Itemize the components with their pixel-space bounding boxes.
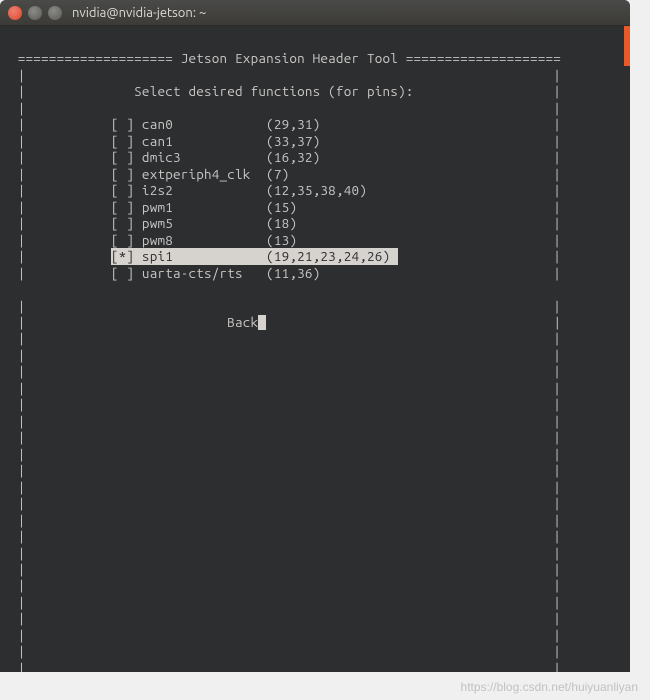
watermark-text: https://blog.csdn.net/huiyuanliyan xyxy=(461,680,638,694)
box-border: | | xyxy=(10,528,561,544)
box-border: | | xyxy=(10,330,561,346)
option-row: | [ ] pwm1 (15) | xyxy=(10,199,620,215)
box-border: | | xyxy=(10,347,561,363)
box-border: | | xyxy=(10,100,561,116)
option-row: | [*] spi1 (19,21,23,24,26) | xyxy=(10,248,620,264)
option-row: | [ ] can0 (29,31) | xyxy=(10,116,620,132)
box-border: | | xyxy=(10,446,561,462)
box-border: | | xyxy=(10,561,561,577)
option-row: | [ ] uarta-cts/rts (11,36) | xyxy=(10,265,620,281)
back-button[interactable]: Back xyxy=(227,314,258,330)
box-border: | | xyxy=(10,594,561,610)
box-border: | | xyxy=(10,660,561,672)
box-border: | | xyxy=(10,545,561,561)
titlebar: nvidia@nvidia-jetson: ~ xyxy=(0,0,630,26)
option-pwm5[interactable]: [ ] pwm5 (18) xyxy=(111,215,398,231)
box-border: | | xyxy=(10,512,561,528)
box-border: | | xyxy=(10,577,561,593)
back-line: | Back | xyxy=(10,314,561,330)
box-border: | | xyxy=(10,462,561,478)
box-border: | | xyxy=(10,396,561,412)
option-can1[interactable]: [ ] can1 (33,37) xyxy=(111,133,398,149)
box-border: | | xyxy=(10,380,561,396)
option-pwm8[interactable]: [ ] pwm8 (13) xyxy=(111,232,398,248)
option-row: | [ ] i2s2 (12,35,38,40) | xyxy=(10,182,620,198)
prompt-line: | Select desired functions (for pins): | xyxy=(10,83,561,99)
box-border: | | xyxy=(10,363,561,379)
box-border: | | xyxy=(10,298,561,314)
option-row: | [ ] pwm5 (18) | xyxy=(10,215,620,231)
option-extperiph4-clk[interactable]: [ ] extperiph4_clk (7) xyxy=(111,166,398,182)
scrollbar-hint[interactable] xyxy=(624,26,630,66)
window-controls xyxy=(8,6,62,20)
cursor-icon xyxy=(258,315,266,330)
box-border: | | xyxy=(10,627,561,643)
box-border: | | xyxy=(10,610,561,626)
terminal-window: nvidia@nvidia-jetson: ~ ================… xyxy=(0,0,630,672)
option-uarta-cts-rts[interactable]: [ ] uarta-cts/rts (11,36) xyxy=(111,265,398,281)
options-list: | [ ] can0 (29,31) | | [ ] can1 (33,37) … xyxy=(10,116,620,281)
option-dmic3[interactable]: [ ] dmic3 (16,32) xyxy=(111,149,398,165)
terminal-body[interactable]: ==================== Jetson Expansion He… xyxy=(0,26,630,672)
maximize-icon[interactable] xyxy=(48,6,62,20)
box-border: | | xyxy=(10,643,561,659)
option-pwm1[interactable]: [ ] pwm1 (15) xyxy=(111,199,398,215)
box-border: | | xyxy=(10,495,561,511)
box-border: | | xyxy=(10,429,561,445)
option-row: | [ ] can1 (33,37) | xyxy=(10,133,620,149)
box-border: | | xyxy=(10,413,561,429)
option-can0[interactable]: [ ] can0 (29,31) xyxy=(111,116,398,132)
box-border: | | xyxy=(10,479,561,495)
close-icon[interactable] xyxy=(8,6,22,20)
option-row: | [ ] pwm8 (13) | xyxy=(10,232,620,248)
box-border: | | xyxy=(10,67,561,83)
option-i2s2[interactable]: [ ] i2s2 (12,35,38,40) xyxy=(111,182,398,198)
option-spi1[interactable]: [*] spi1 (19,21,23,24,26) xyxy=(111,248,398,264)
minimize-icon[interactable] xyxy=(28,6,42,20)
option-row: | [ ] extperiph4_clk (7) | xyxy=(10,166,620,182)
header-border: ==================== Jetson Expansion He… xyxy=(10,50,561,66)
option-row: | [ ] dmic3 (16,32) | xyxy=(10,149,620,165)
prompt-text: Select desired functions (for pins): xyxy=(134,83,413,99)
window-title: nvidia@nvidia-jetson: ~ xyxy=(72,6,206,20)
